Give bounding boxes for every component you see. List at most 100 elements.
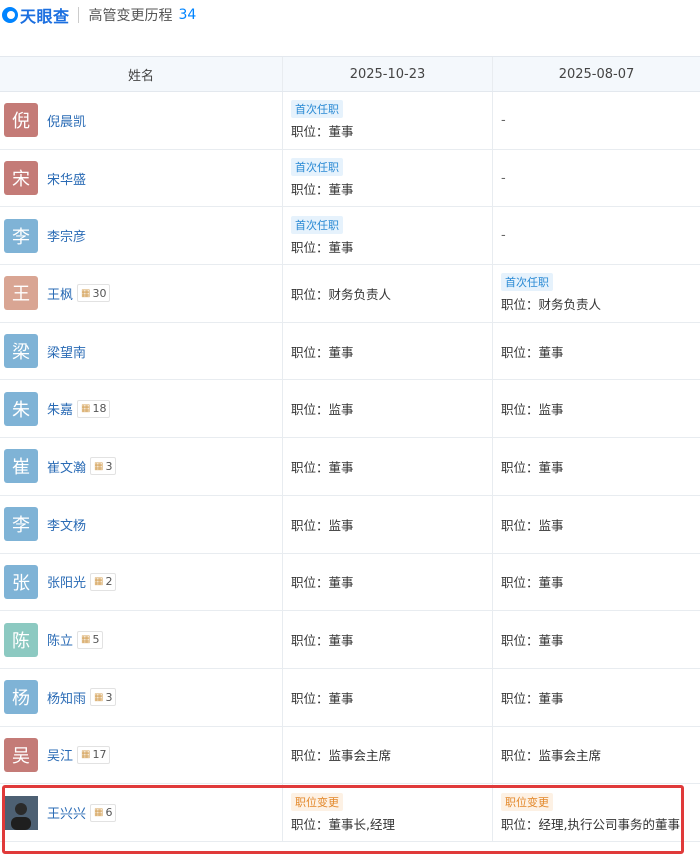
table-row: 朱朱嘉 ▦ 18 职位：监事 职位：监事	[0, 380, 700, 439]
date-1-cell: 职位：董事	[282, 611, 492, 668]
table-row: 梁梁望南 职位：董事 职位：董事	[0, 322, 700, 381]
column-header-name: 姓名	[127, 68, 154, 84]
person-name-link[interactable]: 李文杨	[47, 515, 86, 534]
position-text: 职位：监事会主席	[291, 748, 392, 764]
related-company-badge[interactable]: ▦ 2	[90, 572, 117, 591]
related-company-badge[interactable]: ▦ 6	[90, 803, 117, 822]
name-cell: 吴吴江 ▦ 17	[0, 727, 282, 784]
company-icon: ▦	[81, 634, 91, 646]
avatar[interactable]: 杨	[4, 680, 38, 715]
avatar[interactable]: 吴	[4, 737, 38, 772]
date-2-cell: 职位：监事会主席	[492, 726, 700, 784]
company-icon: ▦	[81, 749, 91, 761]
position-text: 职位：董事	[291, 575, 354, 591]
person-name-link[interactable]: 王兴兴	[47, 803, 86, 822]
table-row: 陈陈立 ▦ 5 职位：董事 职位：董事	[0, 611, 700, 669]
person-name-link[interactable]: 朱嘉	[47, 399, 73, 418]
person-name-link[interactable]: 张阳光	[47, 572, 86, 591]
related-company-badge[interactable]: ▦ 3	[90, 688, 117, 707]
related-company-badge[interactable]: ▦ 3	[90, 457, 117, 476]
name-cell: 张张阳光 ▦ 2	[0, 554, 282, 611]
avatar[interactable]: 陈	[4, 622, 38, 657]
page-header: 天眼查 高管变更历程 34	[0, 0, 700, 30]
position-text: 职位：经理,执行公司事务的董事	[501, 816, 680, 832]
name-cell: 朱朱嘉 ▦ 18	[0, 380, 282, 437]
table-row: 倪倪晨凯 首次任职 职位：董事 -	[0, 92, 700, 150]
date-2-cell: 职位：监事	[492, 495, 700, 553]
date-1-cell: 首次任职 职位：董事	[282, 149, 492, 207]
avatar[interactable]: 张	[4, 564, 38, 599]
position-text: 职位：监事	[291, 517, 354, 533]
badge-count: 17	[92, 748, 107, 762]
position-text: 职位：董事	[501, 344, 564, 360]
related-company-badge[interactable]: ▦ 18	[77, 399, 111, 418]
person-name-link[interactable]: 李宗彦	[47, 226, 86, 245]
badge-count: 3	[105, 690, 113, 704]
person-name-link[interactable]: 陈立	[47, 630, 73, 649]
avatar[interactable]: 倪	[4, 103, 38, 138]
date-2-cell: -	[492, 207, 700, 265]
date-2-cell: 职位：董事	[492, 553, 700, 611]
executive-change-table: 姓名 2025-10-23 2025-08-07 倪倪晨凯 首次任职 职位：董事 - 宋…	[0, 56, 700, 842]
date-1-cell: 职位：董事	[282, 668, 492, 726]
person-name-link[interactable]: 杨知雨	[47, 688, 86, 707]
date-2-cell: 职位：董事	[492, 438, 700, 495]
avatar[interactable]	[4, 795, 38, 830]
badge-count: 3	[105, 459, 113, 473]
name-cell: 李李文杨	[0, 496, 282, 553]
date-1-cell: 职位：财务负责人	[282, 265, 492, 322]
related-company-badge[interactable]: ▦ 30	[77, 284, 111, 303]
name-cell: 李李宗彦	[0, 207, 282, 264]
name-cell: 杨杨知雨 ▦ 3	[0, 669, 282, 726]
company-icon: ▦	[94, 691, 104, 703]
company-icon: ▦	[81, 403, 91, 415]
person-name-link[interactable]: 吴江	[47, 745, 73, 764]
table-row: 李李文杨 职位：监事 职位：监事	[0, 495, 700, 554]
name-cell: 王王枫 ▦ 30	[0, 265, 282, 322]
name-cell: 陈陈立 ▦ 5	[0, 611, 282, 668]
position-text: 职位：董事	[291, 239, 354, 255]
avatar[interactable]: 宋	[4, 161, 38, 196]
table-header: 姓名 2025-10-23 2025-08-07	[0, 56, 700, 92]
position-text: 职位：董事	[291, 344, 354, 360]
change-tag: 首次任职	[291, 100, 343, 119]
position-text: 职位：监事	[291, 402, 354, 418]
date-2-cell: 职位：监事	[492, 380, 700, 438]
column-header-date-1: 2025-10-23	[282, 57, 492, 91]
name-cell: 宋宋华盛	[0, 150, 282, 207]
name-cell: 王兴兴 ▦ 6	[0, 784, 282, 841]
change-tag: 职位变更	[291, 792, 343, 811]
position-text: 职位：董事	[501, 633, 564, 649]
person-name-link[interactable]: 倪晨凯	[47, 111, 86, 130]
table-row: 王兴兴 ▦ 6 职位变更 职位：董事长,经理 职位变更 职位：经理,执行公司事务的董事	[0, 784, 700, 842]
company-icon: ▦	[81, 287, 91, 299]
position-text: 职位：董事	[291, 633, 354, 649]
date-2-cell: 职位：董事	[492, 668, 700, 726]
position-text: 职位：董事	[291, 182, 354, 198]
page-title: 高管变更历程	[88, 8, 173, 24]
date-1-cell: 职位：监事会主席	[282, 726, 492, 784]
position-text: 职位：董事	[501, 575, 564, 591]
badge-count: 30	[92, 286, 107, 300]
person-name-link[interactable]: 梁望南	[47, 342, 86, 361]
person-name-link[interactable]: 宋华盛	[47, 169, 86, 188]
table-row: 杨杨知雨 ▦ 3 职位：董事 职位：董事	[0, 668, 700, 727]
date-2-cell: -	[492, 92, 700, 149]
logo-icon	[2, 7, 18, 23]
avatar[interactable]: 梁	[4, 334, 38, 369]
avatar[interactable]: 李	[4, 218, 38, 253]
empty-dash: -	[501, 228, 506, 244]
date-2-cell: -	[492, 149, 700, 207]
tianyancha-logo[interactable]: 天眼查	[2, 3, 70, 27]
avatar[interactable]: 王	[4, 276, 38, 311]
avatar[interactable]: 崔	[4, 449, 38, 484]
related-company-badge[interactable]: ▦ 17	[77, 745, 111, 764]
change-tag: 职位变更	[501, 792, 553, 811]
avatar[interactable]: 朱	[4, 391, 38, 426]
person-name-link[interactable]: 崔文瀚	[47, 457, 86, 476]
person-name-link[interactable]: 王枫	[47, 284, 73, 303]
position-text: 职位：监事会主席	[501, 748, 602, 764]
related-company-badge[interactable]: ▦ 5	[77, 630, 104, 649]
avatar[interactable]: 李	[4, 507, 38, 542]
change-tag: 首次任职	[501, 273, 553, 292]
